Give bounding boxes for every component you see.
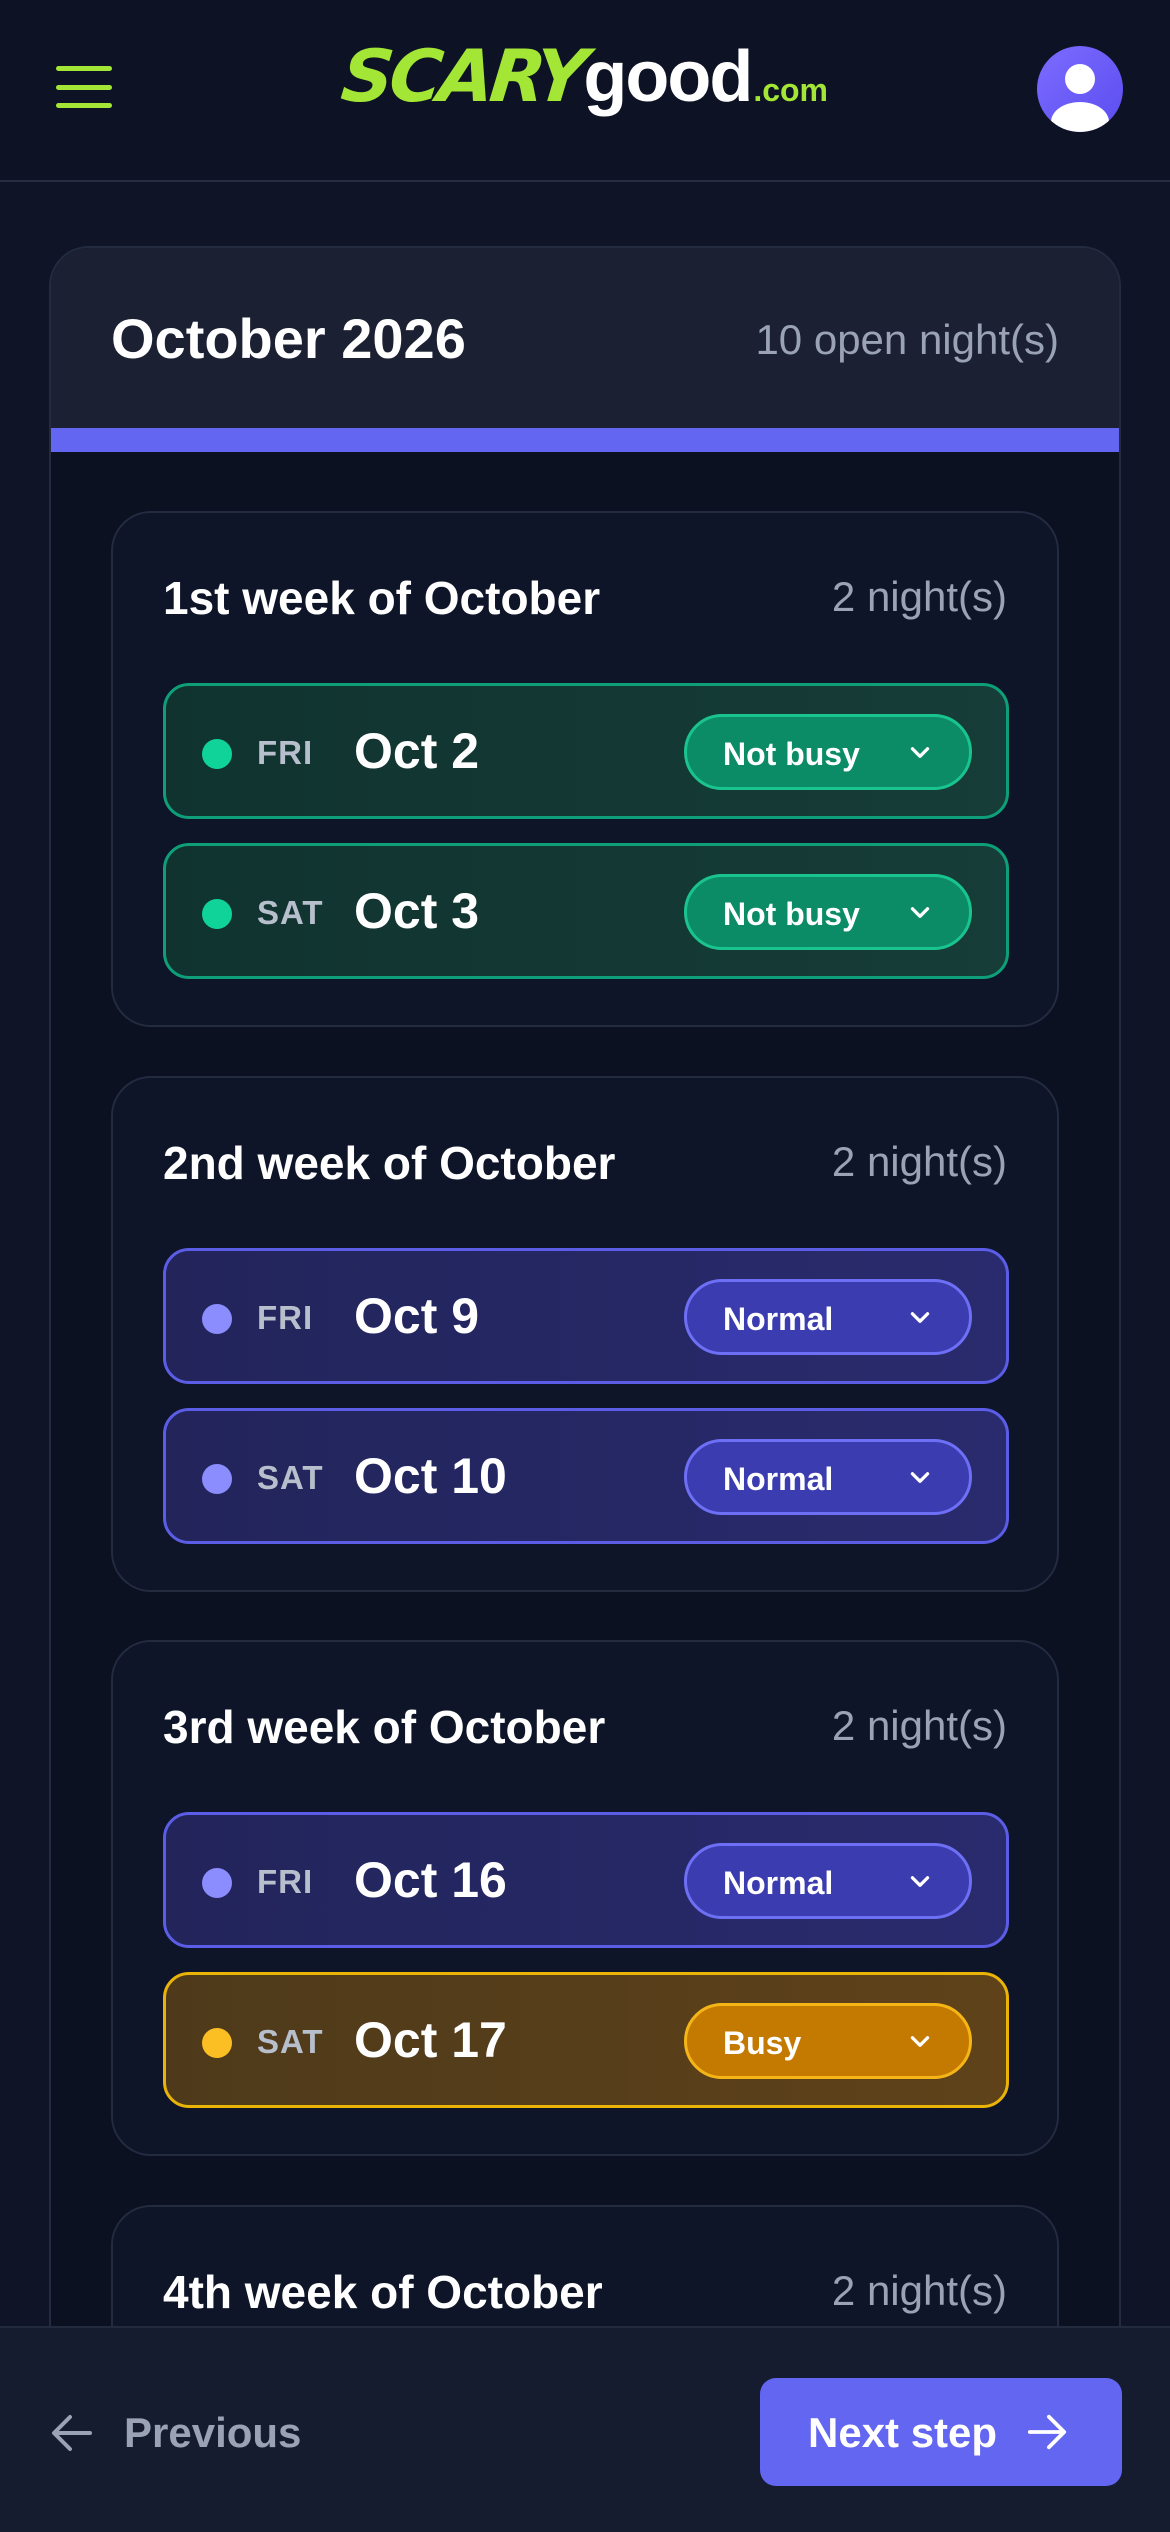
previous-button[interactable]: Previous xyxy=(50,2398,301,2468)
night-day: FRI xyxy=(257,734,314,771)
night-row-oct-10: SAT Oct 10 Normal xyxy=(163,1408,1009,1544)
week-night-count: 2 night(s) xyxy=(831,1702,1007,1749)
week-card-3: 3rd week of October 2 night(s) FRI Oct 1… xyxy=(111,1640,1059,2156)
month-header: October 2026 10 open night(s) xyxy=(51,248,1119,428)
week-night-count: 2 night(s) xyxy=(831,573,1007,620)
chevron-down-icon xyxy=(910,1312,930,1323)
scarygood-logo[interactable]: SCARY good .com xyxy=(0,34,1170,130)
night-date: Oct 9 xyxy=(354,1288,480,1344)
arrow-left-icon xyxy=(52,2415,92,2451)
previous-label: Previous xyxy=(124,2409,302,2456)
next-step-button[interactable]: Next step xyxy=(760,2378,1122,2486)
night-row-oct-17: SAT Oct 17 Busy xyxy=(163,1972,1009,2108)
chevron-down-icon xyxy=(910,1876,930,1887)
status-dot-icon xyxy=(202,1304,232,1334)
week-night-count: 2 night(s) xyxy=(831,1138,1007,1185)
week-card-1: 1st week of October 2 night(s) FRI Oct 2… xyxy=(111,511,1059,1027)
busyness-value: Busy xyxy=(723,2025,802,2061)
night-date: Oct 3 xyxy=(354,883,480,939)
month-title: October 2026 xyxy=(111,307,466,370)
night-date: Oct 17 xyxy=(354,2012,507,2068)
night-date: Oct 2 xyxy=(354,723,480,779)
chevron-down-icon xyxy=(910,2036,930,2047)
week-card-2: 2nd week of October 2 night(s) FRI Oct 9… xyxy=(111,1076,1059,1592)
chevron-down-icon xyxy=(910,907,930,918)
night-day: SAT xyxy=(257,2023,324,2060)
status-dot-icon xyxy=(202,1868,232,1898)
status-dot-icon xyxy=(202,1464,232,1494)
week-title: 4th week of October xyxy=(163,2266,603,2318)
busyness-value: Normal xyxy=(723,1461,834,1497)
user-avatar-icon[interactable] xyxy=(1037,46,1123,132)
week-title: 3rd week of October xyxy=(163,1701,606,1753)
month-accent-bar xyxy=(51,428,1119,452)
logo-good: good xyxy=(583,37,753,117)
arrow-right-icon xyxy=(1027,2414,1067,2450)
busyness-value: Normal xyxy=(723,1865,834,1901)
open-nights-count: 10 open night(s) xyxy=(755,316,1059,363)
status-dot-icon xyxy=(202,2028,232,2058)
night-row-oct-3: SAT Oct 3 Not busy xyxy=(163,843,1009,979)
chevron-down-icon xyxy=(910,1472,930,1483)
busyness-select[interactable]: Not busy xyxy=(684,714,972,790)
night-day: SAT xyxy=(257,1459,324,1496)
busyness-select[interactable]: Busy xyxy=(684,2003,972,2079)
busyness-select[interactable]: Normal xyxy=(684,1439,972,1515)
busyness-value: Normal xyxy=(723,1301,834,1337)
night-row-oct-16: FRI Oct 16 Normal xyxy=(163,1812,1009,1948)
week-title: 1st week of October xyxy=(163,572,601,624)
bottom-nav-bar: Previous Next step xyxy=(0,2326,1170,2532)
chevron-down-icon xyxy=(910,747,930,758)
busyness-value: Not busy xyxy=(723,736,860,772)
busyness-select[interactable]: Normal xyxy=(684,1843,972,1919)
next-step-label: Next step xyxy=(808,2409,998,2456)
night-day: SAT xyxy=(257,894,324,931)
busyness-select[interactable]: Not busy xyxy=(684,874,972,950)
night-day: FRI xyxy=(257,1299,314,1336)
night-date: Oct 16 xyxy=(354,1852,507,1908)
week-night-count: 2 night(s) xyxy=(831,2267,1007,2314)
week-title: 2nd week of October xyxy=(163,1137,616,1189)
logo-scary: SCARY xyxy=(337,34,588,118)
night-row-oct-9: FRI Oct 9 Normal xyxy=(163,1248,1009,1384)
busyness-select[interactable]: Normal xyxy=(684,1279,972,1355)
busyness-value: Not busy xyxy=(723,896,860,932)
night-row-oct-2: FRI Oct 2 Not busy xyxy=(163,683,1009,819)
night-day: FRI xyxy=(257,1863,314,1900)
status-dot-icon xyxy=(202,899,232,929)
night-date: Oct 10 xyxy=(354,1448,507,1504)
status-dot-icon xyxy=(202,739,232,769)
top-bar: SCARY good .com xyxy=(0,0,1170,182)
logo-com: .com xyxy=(753,72,828,108)
